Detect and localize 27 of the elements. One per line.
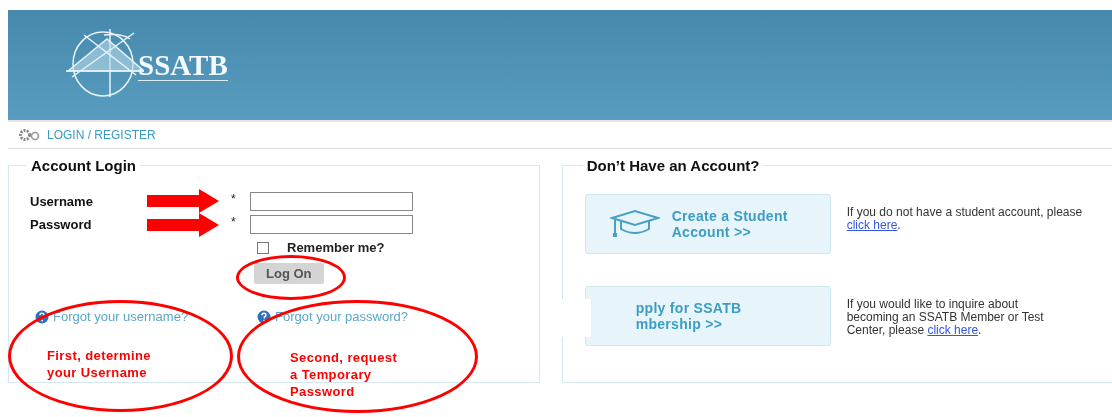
checkbox-label: Remember me? <box>287 240 385 255</box>
graduation-cap-icon <box>609 209 660 239</box>
gears-icon <box>19 129 41 141</box>
arrow-annotation <box>147 213 219 237</box>
help-link[interactable]: Forgot your username? <box>53 309 189 324</box>
annotation-note: First, determine your Username <box>47 347 151 381</box>
field-label: Username <box>30 194 93 209</box>
panel-title: Account Login <box>30 157 137 174</box>
remember-checkbox[interactable] <box>257 241 269 254</box>
panel-title: Don’t Have an Account? <box>585 157 761 174</box>
help-link[interactable]: Forgot your password? <box>275 309 408 324</box>
logo-text: SSATB <box>138 49 228 81</box>
help-icon <box>257 309 271 324</box>
annotation-note: Second, request a Temporary Password <box>290 349 398 400</box>
required-mark: * <box>231 215 237 229</box>
option-description: If you would like to inquire about becoming an SSATB Member or Test Center, please click here. <box>846 298 1045 337</box>
membership-button[interactable]: pply for SSATB mbership >> <box>584 286 831 346</box>
required-mark: * <box>231 192 237 206</box>
field-label: Password <box>30 217 92 232</box>
option-description: If you do not have a student account, please click here. <box>846 206 1083 232</box>
help-icon <box>35 309 49 324</box>
create-account-button[interactable]: Create a Student Account >> <box>584 194 831 254</box>
username-field[interactable] <box>250 192 413 211</box>
breadcrumb-link[interactable]: LOGIN / REGISTER <box>47 128 156 142</box>
arrow-annotation <box>147 189 219 213</box>
password-field[interactable] <box>250 215 413 234</box>
log-on-button[interactable]: Log On <box>254 263 324 284</box>
